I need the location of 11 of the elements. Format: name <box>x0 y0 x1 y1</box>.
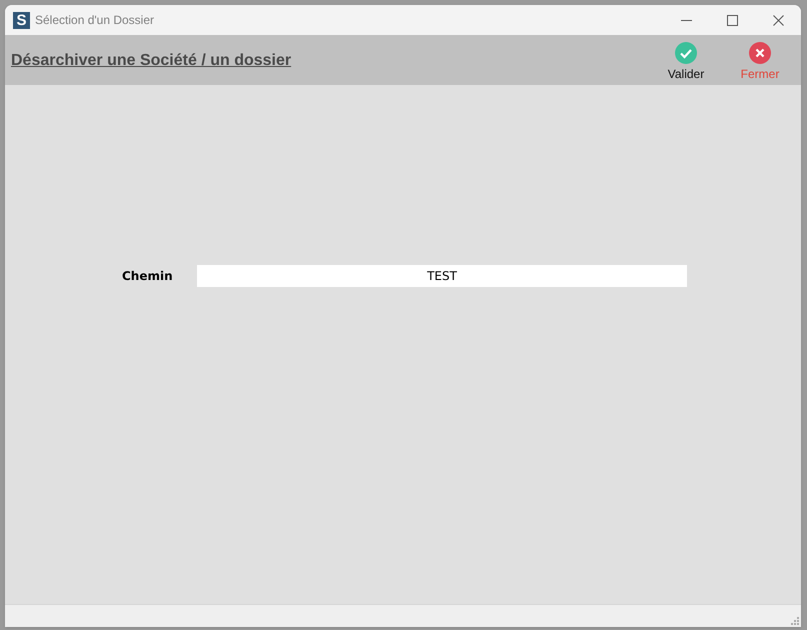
window-title: Sélection d'un Dossier <box>35 12 154 29</box>
close-icon <box>772 14 784 26</box>
maximize-icon <box>726 14 738 26</box>
close-icon <box>749 42 771 64</box>
path-field[interactable]: TEST <box>197 265 687 287</box>
resize-grip-icon <box>791 617 799 625</box>
page-title: Désarchiver une Société / un dossier <box>11 50 292 70</box>
app-logo: S <box>13 12 30 28</box>
validate-button[interactable]: Valider <box>659 42 713 80</box>
check-icon <box>675 42 697 64</box>
field-label: Chemin <box>122 268 174 285</box>
